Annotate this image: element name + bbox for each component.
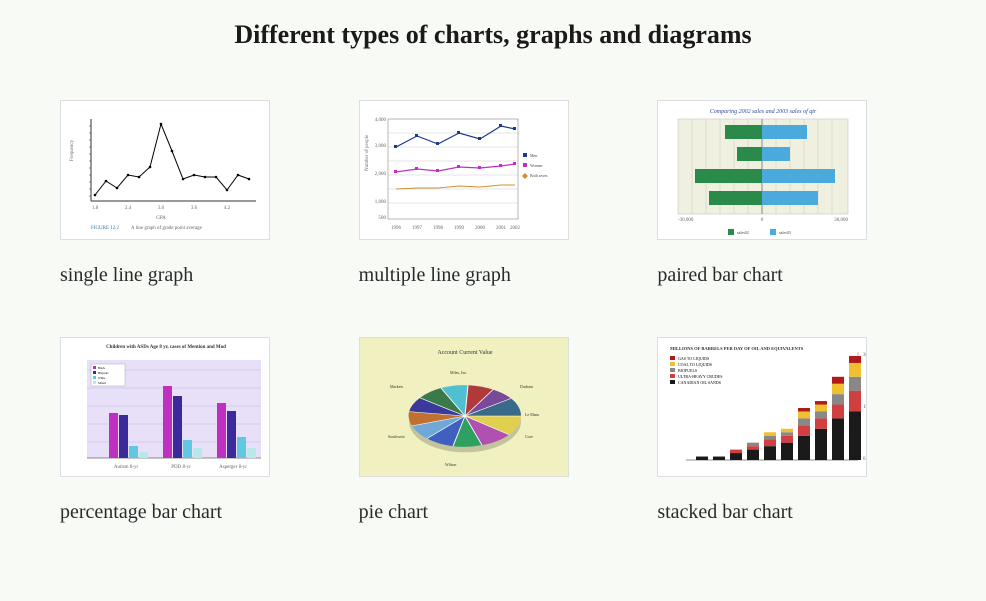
svg-text:A line graph of grade point av: A line graph of grade point average bbox=[131, 226, 203, 231]
svg-text:-30,000: -30,000 bbox=[678, 218, 694, 223]
svg-text:Core: Core bbox=[525, 434, 533, 439]
thumb-multi-line: Men Women Both sexes 4,000 3,000 2,000 1… bbox=[359, 100, 569, 240]
thumb-stacked-bar: MILLIONS OF BARRELS PER DAY OF OIL AND E… bbox=[657, 337, 867, 477]
svg-text:Markets: Markets bbox=[390, 384, 404, 389]
svg-text:Durham: Durham bbox=[520, 384, 534, 389]
thumb-percentage-bar: Children with ASDs Age 8 yr, cases of Me… bbox=[60, 337, 270, 477]
svg-text:1998: 1998 bbox=[433, 226, 444, 231]
svg-text:500: 500 bbox=[378, 216, 386, 221]
cell-percentage-bar: Children with ASDs Age 8 yr, cases of Me… bbox=[60, 337, 329, 524]
svg-text:1996: 1996 bbox=[391, 226, 402, 231]
svg-text:sales02: sales02 bbox=[737, 230, 749, 235]
svg-text:4.2: 4.2 bbox=[224, 206, 231, 211]
svg-text:1997: 1997 bbox=[412, 226, 423, 231]
svg-text:sales03: sales03 bbox=[779, 230, 791, 235]
svg-text:Number of people: Number of people bbox=[365, 134, 370, 171]
svg-text:Hispanic: Hispanic bbox=[98, 371, 109, 375]
cell-pie: Account Current Value bbox=[359, 337, 628, 524]
svg-text:Wilson: Wilson bbox=[445, 462, 456, 467]
svg-text:GPA: GPA bbox=[156, 216, 166, 221]
svg-text:3,000: 3,000 bbox=[374, 144, 386, 149]
caption-percentage-bar: percentage bar chart bbox=[60, 501, 222, 524]
caption-multi-line: multiple line graph bbox=[359, 264, 511, 287]
caption-paired-bar: paired bar chart bbox=[657, 264, 782, 287]
thumb-single-line: Frequency GPA FIGURE 12.2 A line graph o… bbox=[60, 100, 270, 240]
svg-text:2001: 2001 bbox=[496, 226, 507, 231]
svg-text:Children with ASDs Age 8 yr, c: Children with ASDs Age 8 yr, cases of Me… bbox=[106, 345, 226, 350]
svg-text:3.0: 3.0 bbox=[158, 206, 165, 211]
svg-text:PDD 8-yr: PDD 8-yr bbox=[171, 465, 191, 470]
svg-text:2002: 2002 bbox=[510, 226, 521, 231]
svg-text:2,000: 2,000 bbox=[374, 172, 386, 177]
svg-text:FIGURE 12.2: FIGURE 12.2 bbox=[91, 226, 120, 231]
cell-stacked-bar: MILLIONS OF BARRELS PER DAY OF OIL AND E… bbox=[657, 337, 926, 524]
thumb-pie: Account Current Value bbox=[359, 337, 569, 477]
svg-text:Both sexes: Both sexes bbox=[530, 173, 548, 178]
svg-text:Le Mans: Le Mans bbox=[525, 412, 540, 417]
svg-text:Black: Black bbox=[98, 366, 105, 370]
svg-text:15: 15 bbox=[863, 405, 867, 410]
cell-single-line: Frequency GPA FIGURE 12.2 A line graph o… bbox=[60, 100, 329, 287]
svg-text:3.6: 3.6 bbox=[191, 206, 198, 211]
svg-text:2000: 2000 bbox=[475, 226, 486, 231]
svg-text:Southwest: Southwest bbox=[388, 434, 406, 439]
svg-text:Women: Women bbox=[530, 163, 542, 168]
svg-text:30,000: 30,000 bbox=[835, 218, 849, 223]
caption-stacked-bar: stacked bar chart bbox=[657, 501, 792, 524]
svg-text:1.8: 1.8 bbox=[92, 206, 99, 211]
svg-text:GAS TO LIQUIDS: GAS TO LIQUIDS bbox=[678, 356, 709, 361]
svg-text:BIOFUELS: BIOFUELS bbox=[678, 368, 697, 373]
svg-text:ULTRA-HEAVY CRUDES: ULTRA-HEAVY CRUDES bbox=[678, 374, 722, 379]
cell-paired-bar: Comparing 2002 sales and 2003 sales of q… bbox=[657, 100, 926, 287]
svg-text:2.4: 2.4 bbox=[125, 206, 132, 211]
caption-single-line: single line graph bbox=[60, 264, 193, 287]
svg-text:COAL TO LIQUIDS: COAL TO LIQUIDS bbox=[678, 362, 712, 367]
svg-text:Mixed: Mixed bbox=[98, 381, 106, 385]
svg-text:Men: Men bbox=[530, 153, 537, 158]
svg-text:4,000: 4,000 bbox=[374, 118, 386, 123]
svg-text:Autism 8-yr: Autism 8-yr bbox=[114, 465, 139, 470]
page-title: Different types of charts, graphs and di… bbox=[60, 20, 926, 50]
svg-text:Comparing 2002 sales and 2003: Comparing 2002 sales and 2003 sales of q… bbox=[710, 108, 817, 115]
svg-text:Asperger 8-yr: Asperger 8-yr bbox=[219, 465, 247, 470]
svg-text:1999: 1999 bbox=[454, 226, 465, 231]
svg-text:1,000: 1,000 bbox=[374, 200, 386, 205]
svg-text:White: White bbox=[98, 376, 106, 380]
thumb-paired-bar: Comparing 2002 sales and 2003 sales of q… bbox=[657, 100, 867, 240]
cell-multi-line: Men Women Both sexes 4,000 3,000 2,000 1… bbox=[359, 100, 628, 287]
svg-text:CANADIAN OIL SANDS: CANADIAN OIL SANDS bbox=[678, 380, 721, 385]
svg-text:MILLIONS OF BARRELS PER DAY OF: MILLIONS OF BARRELS PER DAY OF OIL AND E… bbox=[670, 346, 804, 351]
svg-text:Account Current Value: Account Current Value bbox=[437, 350, 493, 356]
svg-text:30: 30 bbox=[863, 353, 867, 358]
chart-grid: Frequency GPA FIGURE 12.2 A line graph o… bbox=[60, 100, 926, 524]
caption-pie: pie chart bbox=[359, 501, 428, 524]
svg-text:Frequency: Frequency bbox=[70, 139, 75, 161]
